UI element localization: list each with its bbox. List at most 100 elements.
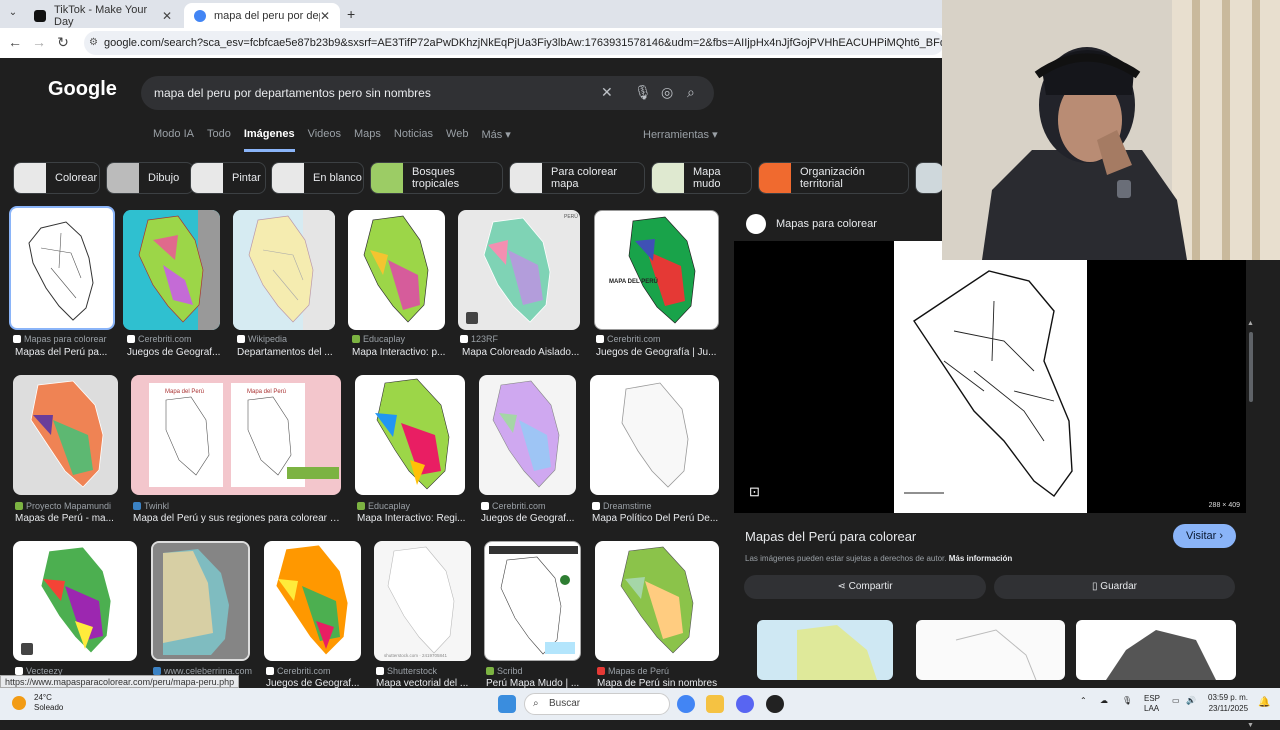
result-4[interactable]: Educaplay Mapa Interactivo: p... xyxy=(348,210,446,366)
tab-modo-ia[interactable]: Modo IA xyxy=(153,128,194,152)
preview-image-area[interactable]: ⊡ 288 × 409 xyxy=(734,241,1246,513)
notification-icon[interactable]: 🔔 xyxy=(1258,697,1270,708)
more-info-link[interactable]: Más información xyxy=(949,554,1013,563)
result-title[interactable]: Mapa Político Del Perú De... xyxy=(592,513,720,524)
result-image[interactable] xyxy=(9,206,115,330)
volume-icon[interactable]: 🔊 xyxy=(1186,696,1196,705)
result-image[interactable]: shutterstock.com · 2419705841 xyxy=(374,541,471,661)
tab-list-icon[interactable]: ⌄ xyxy=(6,7,20,21)
share-button[interactable]: ⋖ Compartir xyxy=(744,575,986,599)
discord-icon[interactable] xyxy=(736,695,754,713)
url-field[interactable]: ⚙ google.com/search?sca_esv=fcbfcae5e87b… xyxy=(84,31,944,55)
microphone-icon[interactable]: 🎙 xyxy=(1122,696,1132,705)
chrome-icon[interactable] xyxy=(677,695,695,713)
result-5[interactable]: PERÚ 123RF Mapa Coloreado Aislado... xyxy=(458,210,582,366)
save-button[interactable]: ▯ Guardar xyxy=(994,575,1235,599)
file-explorer-icon[interactable] xyxy=(706,695,724,713)
result-1[interactable]: Mapas para colorear Mapas del Perú pa... xyxy=(9,206,115,366)
result-image[interactable] xyxy=(123,210,220,330)
chip-dibujo[interactable]: Dibujo xyxy=(106,162,194,194)
result-16[interactable]: Scribd Perú Mapa Mudo | ... xyxy=(484,541,582,689)
result-3[interactable]: Wikipedia Departamentos del ... xyxy=(233,210,335,366)
result-title[interactable]: Mapas del Perú pa... xyxy=(15,347,113,358)
result-15[interactable]: shutterstock.com · 2419705841 Shuttersto… xyxy=(374,541,472,689)
panel-scrollbar[interactable]: ▲ ▼ xyxy=(1247,320,1255,730)
result-6[interactable]: MAPA DEL PERÚ Cerebriti.com Juegos de Ge… xyxy=(594,210,720,366)
tab-google-search[interactable]: mapa del peru por departamen ✕ xyxy=(184,3,340,28)
visit-button[interactable]: Visitar › xyxy=(1173,524,1236,548)
result-image[interactable] xyxy=(13,375,118,495)
clock[interactable]: 03:59 p. m. 23/11/2025 xyxy=(1208,692,1248,714)
search-icon[interactable]: ⌕ xyxy=(687,84,695,101)
weather-widget[interactable]: 24°C Soleado xyxy=(12,693,63,713)
back-icon[interactable]: ← xyxy=(3,34,27,50)
result-image[interactable] xyxy=(590,375,719,495)
close-icon[interactable]: ✕ xyxy=(162,9,172,23)
related-image-3[interactable] xyxy=(1076,620,1236,680)
cloud-icon[interactable]: ☁ xyxy=(1100,696,1108,705)
microphone-icon[interactable]: 🎙 xyxy=(634,84,652,101)
chip-para-colorear-mapa[interactable]: Para colorear mapa xyxy=(509,162,645,194)
new-tab-icon[interactable]: + xyxy=(347,6,355,22)
result-image[interactable] xyxy=(479,375,576,495)
chip-mapa-mudo[interactable]: Mapa mudo xyxy=(651,162,752,194)
obs-icon[interactable] xyxy=(766,695,784,713)
tab-noticias[interactable]: Noticias xyxy=(394,128,433,152)
scroll-up-icon[interactable]: ▲ xyxy=(1247,320,1254,327)
result-image[interactable] xyxy=(13,541,137,661)
result-image[interactable] xyxy=(484,541,581,661)
panel-title[interactable]: Mapas del Perú para colorear xyxy=(745,529,916,544)
related-image-2[interactable] xyxy=(916,620,1065,680)
tools-button[interactable]: Herramientas ▾ xyxy=(643,128,718,141)
result-13[interactable]: www.celeberrima.com ...con ... xyxy=(151,541,252,688)
result-image[interactable] xyxy=(595,541,719,661)
result-title[interactable]: Juegos de Geograf... xyxy=(481,513,577,524)
chip-pintar[interactable]: Pintar xyxy=(190,162,266,194)
result-image[interactable] xyxy=(151,541,250,661)
lens-icon[interactable]: ◎ xyxy=(661,84,673,101)
result-image[interactable] xyxy=(264,541,361,661)
tab-todo[interactable]: Todo xyxy=(207,128,231,152)
chip-en-blanco[interactable]: En blanco xyxy=(271,162,364,194)
site-info-icon[interactable]: ⚙ xyxy=(89,31,98,55)
google-logo[interactable]: Google xyxy=(48,78,117,101)
result-title[interactable]: Mapas de Perú - ma... xyxy=(15,513,119,524)
preview-image[interactable] xyxy=(894,241,1087,513)
result-title[interactable]: Mapa del Perú y sus regiones para colore… xyxy=(133,513,341,524)
result-9[interactable]: Educaplay Mapa Interactivo: Regi... xyxy=(355,375,467,531)
tab-mas[interactable]: Más ▾ xyxy=(481,128,510,152)
chevron-up-icon[interactable]: ⌃ xyxy=(1080,696,1087,705)
reload-icon[interactable]: ↻ xyxy=(51,34,75,51)
clear-icon[interactable]: ✕ xyxy=(601,84,613,101)
scroll-down-icon[interactable]: ▼ xyxy=(1247,722,1254,729)
chip-bosques-tropicales[interactable]: Bosques tropicales xyxy=(370,162,503,194)
result-image[interactable]: MAPA DEL PERÚ xyxy=(594,210,719,330)
result-12[interactable]: Vecteezy xyxy=(13,541,138,688)
close-icon[interactable]: ✕ xyxy=(320,9,330,23)
search-input[interactable]: mapa del peru por departamentos pero sin… xyxy=(141,76,714,110)
result-image[interactable] xyxy=(233,210,335,330)
tab-maps[interactable]: Maps xyxy=(354,128,381,152)
result-17[interactable]: Mapas de Perú Mapa de Perú sin nombres xyxy=(595,541,721,689)
result-image[interactable]: Mapa del Perú Mapa del Perú xyxy=(131,375,341,495)
result-image[interactable]: PERÚ xyxy=(458,210,580,330)
result-7[interactable]: Proyecto Mapamundi Mapas de Perú - ma... xyxy=(13,375,119,531)
result-title[interactable]: Mapa Interactivo: p... xyxy=(352,347,446,358)
result-title[interactable]: Mapa Coloreado Aislado... xyxy=(462,347,582,358)
result-image[interactable] xyxy=(348,210,445,330)
panel-source[interactable]: Mapas para colorear xyxy=(746,214,877,234)
result-11[interactable]: Dreamstime Mapa Político Del Perú De... xyxy=(590,375,720,531)
chip-colorear[interactable]: Colorear xyxy=(13,162,100,194)
tab-videos[interactable]: Videos xyxy=(308,128,341,152)
tab-web[interactable]: Web xyxy=(446,128,468,152)
lens-search-icon[interactable]: ⊡ xyxy=(749,484,765,500)
result-14[interactable]: Cerebriti.com Juegos de Geograf... xyxy=(264,541,362,689)
related-image-1[interactable] xyxy=(757,620,893,680)
forward-icon[interactable]: → xyxy=(27,34,51,50)
language-indicator[interactable]: ESP LAA xyxy=(1144,694,1160,714)
taskbar-search[interactable]: ⌕ Buscar xyxy=(524,693,670,715)
start-icon[interactable] xyxy=(498,695,516,713)
network-icon[interactable]: ▭ xyxy=(1172,696,1180,705)
tab-tiktok[interactable]: TikTok - Make Your Day ✕ xyxy=(24,3,182,28)
result-2[interactable]: Cerebriti.com Juegos de Geograf... xyxy=(123,210,221,366)
